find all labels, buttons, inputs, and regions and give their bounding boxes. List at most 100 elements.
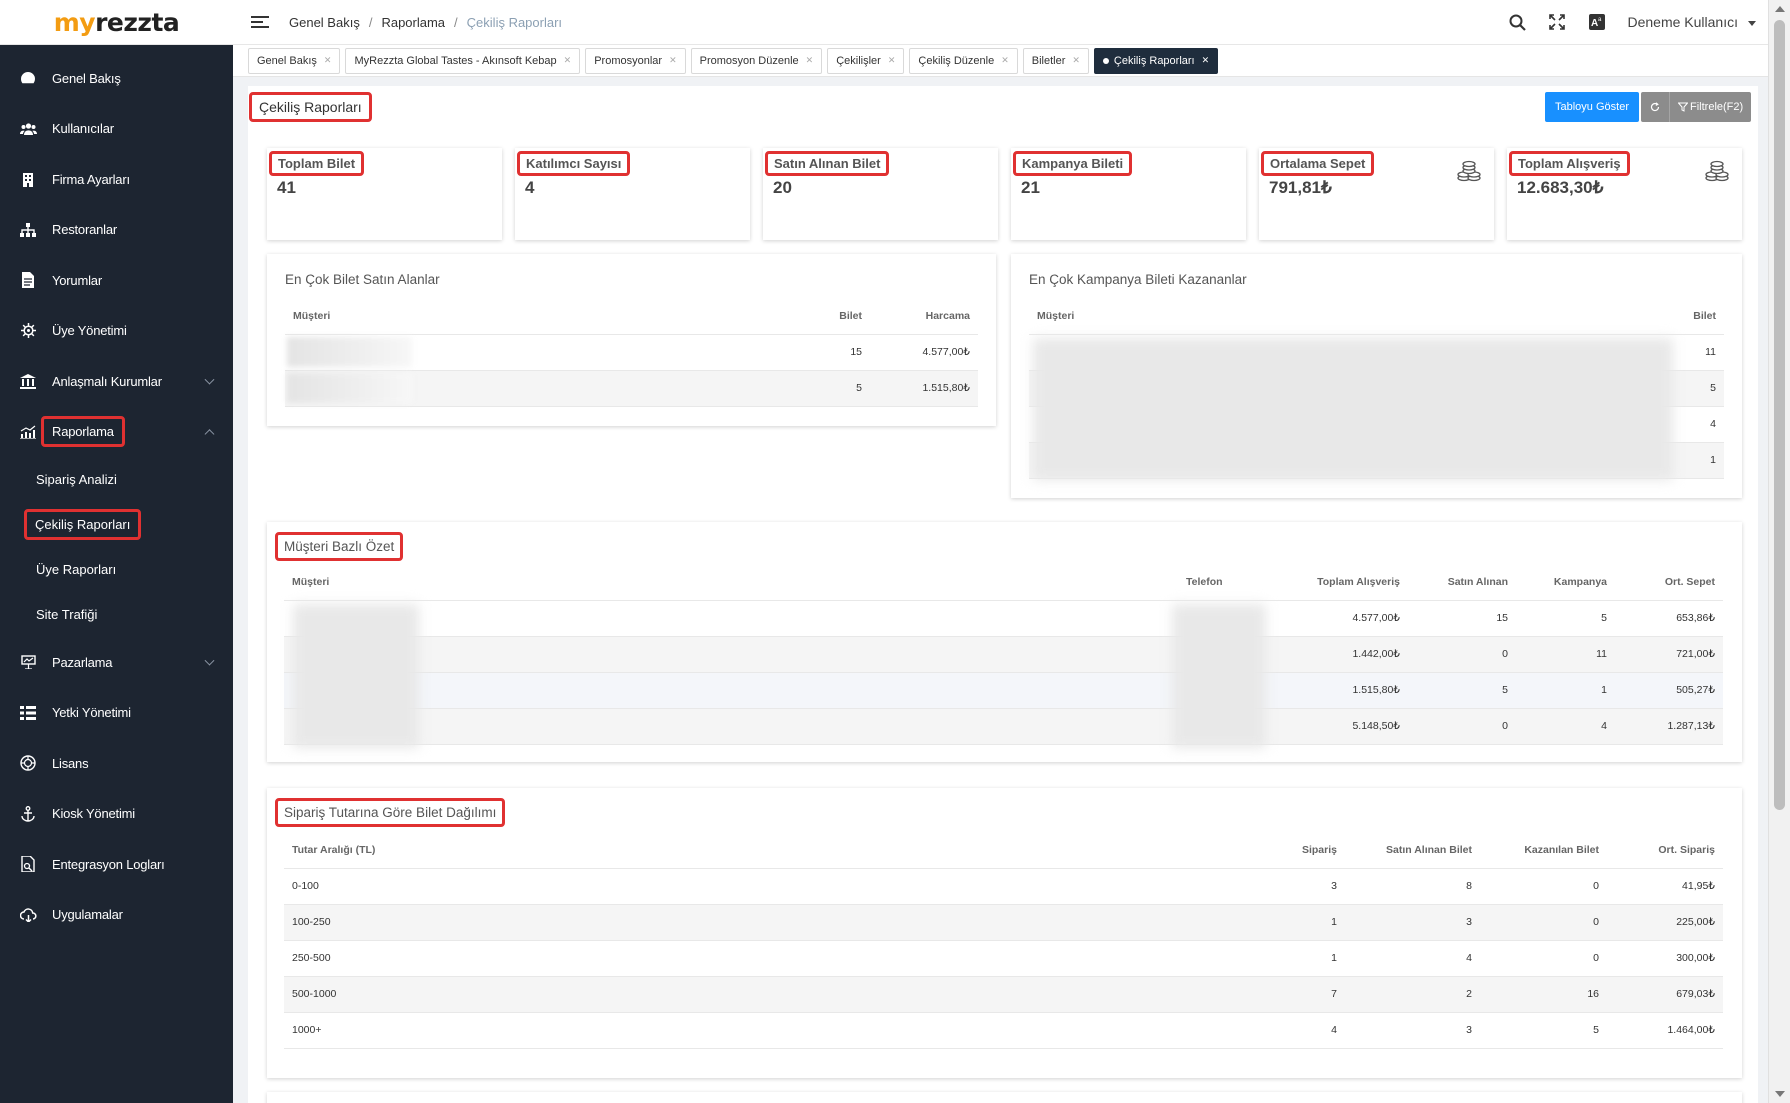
table-row[interactable]: 5 1.515,80₺ — [285, 370, 978, 407]
tab-cekilis-duzenle[interactable]: Çekiliş Düzenle ✕ — [909, 47, 1018, 74]
tab-genel-bakis[interactable]: Genel Bakış ✕ — [248, 47, 341, 74]
column-header[interactable]: Ort. Sepet — [1615, 564, 1723, 601]
sidebar-item-kullanicilar[interactable]: Kullanıcılar — [0, 104, 233, 155]
active-dot-icon — [1102, 57, 1109, 64]
close-icon[interactable]: ✕ — [1001, 55, 1009, 66]
filter-button-label: Filtrele(F2) — [1690, 101, 1744, 113]
sidebar-item-firma-ayarlari[interactable]: Firma Ayarları — [0, 154, 233, 205]
tab-cekilisler[interactable]: Çekilişler ✕ — [827, 47, 905, 74]
sidebar-item-restoranlar[interactable]: Restoranlar — [0, 205, 233, 256]
purchased-cell: 3 — [1345, 904, 1480, 941]
menu-toggle-icon[interactable] — [251, 13, 269, 31]
chart-icon — [18, 422, 38, 442]
won-cell: 5 — [1480, 1012, 1607, 1049]
sidebar-item-pazarlama[interactable]: Pazarlama — [0, 637, 233, 688]
column-header[interactable]: Bilet — [750, 298, 870, 335]
refresh-icon — [1650, 102, 1660, 112]
tab-promosyon-duzenle[interactable]: Promosyon Düzenle ✕ — [690, 47, 823, 74]
column-header[interactable]: Müşteri — [284, 564, 1178, 601]
purchased-cell: 15 — [1408, 600, 1516, 637]
table-row[interactable]: 500-1000 7 2 16 679,03₺ — [284, 976, 1723, 1013]
won-cell: 0 — [1480, 904, 1607, 941]
file-icon — [18, 270, 38, 290]
column-header[interactable]: Satın Alınan Bilet — [1345, 832, 1480, 869]
sidebar-item-lisans[interactable]: Lisans — [0, 738, 233, 789]
scroll-down-arrow-icon[interactable] — [1775, 1091, 1785, 1097]
sidebar-item-label: Raporlama — [41, 416, 125, 448]
tab-myrezzta-global-tastes[interactable]: MyRezzta Global Tastes - Akınsoft Kebap ✕ — [345, 47, 581, 74]
scroll-up-arrow-icon[interactable] — [1775, 6, 1785, 12]
sidebar-subitem-cekilis-raporlari[interactable]: Çekiliş Raporları — [0, 502, 233, 547]
sidebar-item-raporlama[interactable]: Raporlama — [0, 407, 233, 458]
tab-label: Promosyonlar — [594, 54, 663, 67]
sidebar-item-yetki-yonetimi[interactable]: Yetki Yönetimi — [0, 688, 233, 739]
tab-biletler[interactable]: Biletler ✕ — [1022, 47, 1089, 74]
campaign-cell: 4 — [1516, 708, 1615, 745]
sidebar-item-entegrasyon-loglari[interactable]: Entegrasyon Logları — [0, 839, 233, 890]
sidebar-subitem-uye-raporlari[interactable]: Üye Raporları — [0, 547, 233, 592]
distribution-panel: Sipariş Tutarına Göre Bilet Dağılımı Tut… — [267, 788, 1742, 1078]
close-icon[interactable]: ✕ — [564, 55, 572, 66]
column-header[interactable]: Sipariş — [1225, 832, 1345, 869]
order-cell: 3 — [1225, 868, 1345, 905]
sidebar-item-uye-yonetimi[interactable]: Üye Yönetimi — [0, 306, 233, 357]
ticket-cell: 15 — [750, 334, 870, 371]
column-header[interactable]: Telefon — [1178, 564, 1288, 601]
sidebar-item-yorumlar[interactable]: Yorumlar — [0, 255, 233, 306]
range-cell: 1000+ — [284, 1012, 1225, 1049]
sidebar-item-genel-bakis[interactable]: Genel Bakış — [0, 53, 233, 104]
column-header[interactable]: Satın Alınan — [1408, 564, 1516, 601]
stat-value: 41 — [277, 178, 296, 197]
close-icon[interactable]: ✕ — [1072, 55, 1080, 66]
sidebar-item-kiosk-yonetimi[interactable]: Kiosk Yönetimi — [0, 789, 233, 840]
column-header[interactable]: Ort. Sipariş — [1607, 832, 1723, 869]
close-icon[interactable]: ✕ — [1202, 55, 1210, 66]
breadcrumb-item[interactable]: Raporlama — [381, 15, 445, 30]
fullscreen-icon[interactable] — [1547, 12, 1567, 32]
close-icon[interactable]: ✕ — [324, 55, 332, 66]
table-row[interactable]: 250-500 1 4 0 300,00₺ — [284, 940, 1723, 977]
scrollbar-thumb[interactable] — [1774, 20, 1785, 810]
close-icon[interactable]: ✕ — [888, 55, 896, 66]
column-header[interactable]: Kampanya — [1516, 564, 1615, 601]
page-title: Çekiliş Raporları — [249, 92, 372, 122]
search-icon[interactable] — [1507, 12, 1527, 32]
table-row[interactable]: 4.577,00₺ 15 5 653,86₺ — [284, 600, 1723, 637]
table-row[interactable]: 1000+ 4 3 5 1.464,00₺ — [284, 1012, 1723, 1049]
close-icon[interactable]: ✕ — [669, 55, 677, 66]
filter-button[interactable]: Filtrele(F2) — [1670, 92, 1752, 122]
column-header[interactable]: Müşteri — [285, 298, 750, 335]
table-row[interactable]: 5.148,50₺ 0 4 1.287,13₺ — [284, 708, 1723, 745]
logo[interactable]: myrezzta — [0, 0, 233, 45]
column-header[interactable]: Müşteri — [1029, 298, 1644, 335]
column-header[interactable]: Tutar Aralığı (TL) — [284, 832, 1225, 869]
sidebar-item-uygulamalar[interactable]: Uygulamalar — [0, 890, 233, 941]
campaign-cell: 11 — [1516, 636, 1615, 673]
range-cell: 100-250 — [284, 904, 1225, 941]
sidebar-subitem-label: Üye Raporları — [36, 562, 117, 577]
table-row[interactable]: 100-250 1 3 0 225,00₺ — [284, 904, 1723, 941]
refresh-button[interactable] — [1641, 92, 1670, 122]
sidebar-subitem-siparis-analizi[interactable]: Sipariş Analizi — [0, 457, 233, 502]
column-header[interactable]: Harcama — [870, 298, 978, 335]
table-row[interactable]: 1.442,00₺ 0 11 721,00₺ — [284, 636, 1723, 673]
tab-promosyonlar[interactable]: Promosyonlar ✕ — [585, 47, 686, 74]
tab-cekilis-raporlari[interactable]: Çekiliş Raporları ✕ — [1093, 47, 1219, 74]
page-scrollbar[interactable] — [1768, 0, 1790, 1103]
table-row[interactable]: 0-100 3 8 0 41,95₺ — [284, 868, 1723, 905]
text-size-icon[interactable]: Aa — [1587, 12, 1607, 32]
sidebar-item-anlasmali-kurumlar[interactable]: Anlaşmalı Kurumlar — [0, 356, 233, 407]
show-table-button[interactable]: Tabloyu Göster — [1545, 92, 1639, 122]
column-header[interactable]: Bilet — [1644, 298, 1724, 335]
table-row[interactable]: 1.515,80₺ 5 1 505,27₺ — [284, 672, 1723, 709]
stat-value: 4 — [525, 178, 535, 197]
avg-order-cell: 225,00₺ — [1607, 904, 1723, 941]
close-icon[interactable]: ✕ — [806, 55, 814, 66]
user-menu[interactable]: Deneme Kullanıcı — [1627, 14, 1756, 30]
column-header[interactable]: Kazanılan Bilet — [1480, 832, 1607, 869]
tab-label: Promosyon Düzenle — [699, 54, 799, 67]
breadcrumb-item[interactable]: Genel Bakış — [289, 15, 360, 30]
sidebar-subitem-site-trafigi[interactable]: Site Trafiği — [0, 592, 233, 637]
column-header[interactable]: Toplam Alışveriş — [1288, 564, 1408, 601]
table-row[interactable]: 15 4.577,00₺ — [285, 334, 978, 371]
